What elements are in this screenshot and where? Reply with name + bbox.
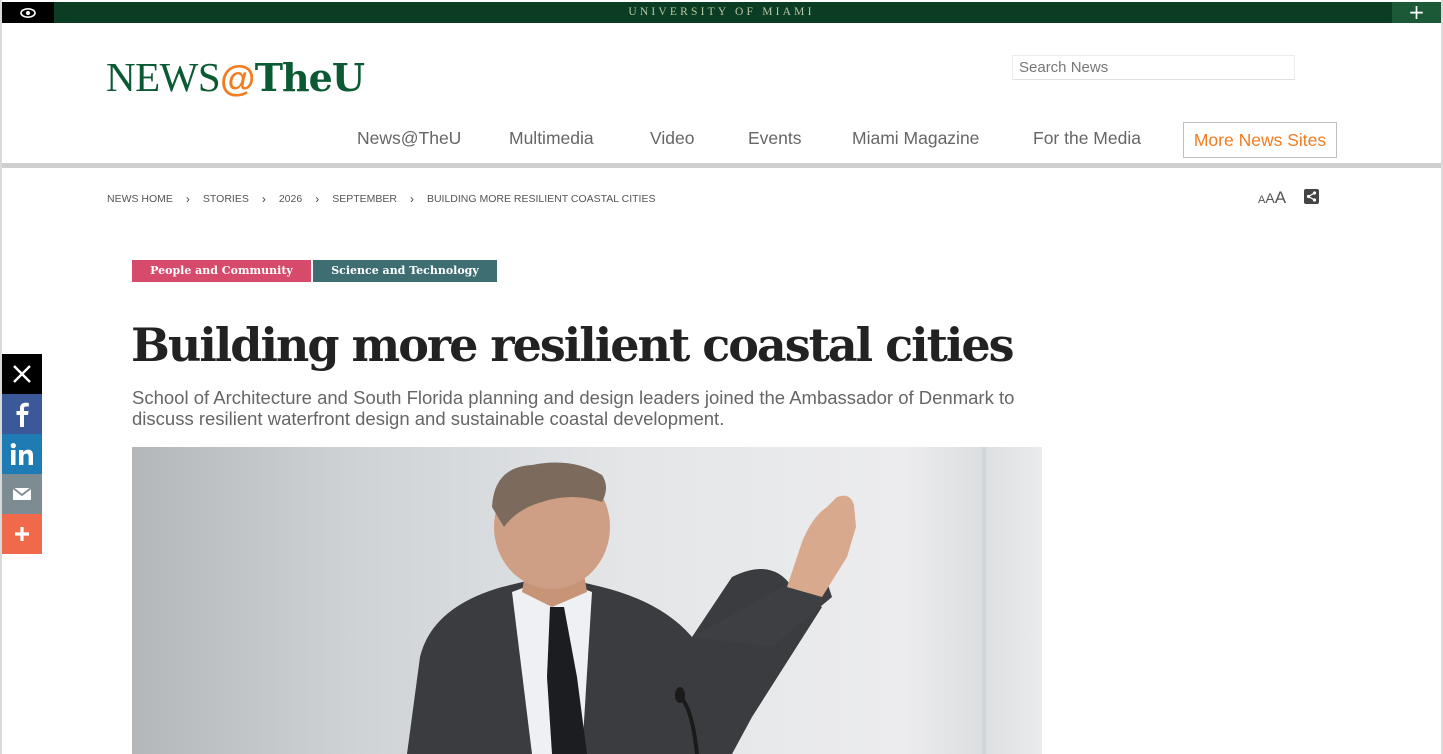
breadcrumb-year[interactable]: 2026 xyxy=(279,193,302,205)
article-subtitle: School of Architecture and South Florida… xyxy=(132,387,1015,429)
breadcrumb-chevron-icon: › xyxy=(315,192,320,206)
search-input[interactable] xyxy=(1013,56,1294,79)
social-share-sidebar xyxy=(2,354,42,554)
email-icon[interactable] xyxy=(2,474,42,514)
text-size-large: A xyxy=(1274,188,1287,207)
site-logo[interactable]: NEWS@TheU xyxy=(106,54,365,101)
text-size-medium: A xyxy=(1265,190,1275,206)
facebook-icon[interactable] xyxy=(2,394,42,434)
linkedin-icon[interactable] xyxy=(2,434,42,474)
expand-plus-icon[interactable]: + xyxy=(1392,2,1441,23)
tag-science-and-technology[interactable]: Science and Technology xyxy=(313,260,497,282)
nav-item-video[interactable]: Video xyxy=(650,128,694,149)
text-size-control[interactable]: AAA xyxy=(1258,188,1286,208)
search-box xyxy=(1012,55,1295,80)
breadcrumb: NEWS HOME › STORIES › 2026 › SEPTEMBER ›… xyxy=(107,192,655,206)
breadcrumb-stories[interactable]: STORIES xyxy=(203,193,249,205)
breadcrumb-current: BUILDING MORE RESILIENT COASTAL CITIES xyxy=(426,193,656,205)
more-news-sites-button[interactable]: More News Sites xyxy=(1183,122,1337,158)
breadcrumb-month[interactable]: SEPTEMBER xyxy=(332,193,397,205)
breadcrumb-chevron-icon: › xyxy=(261,192,266,206)
nav-item-for-the-media[interactable]: For the Media xyxy=(1033,128,1141,149)
logo-news: NEWS xyxy=(106,54,221,100)
nav-divider xyxy=(2,163,1441,168)
university-brand[interactable]: UNIVERSITY OF MIAMI xyxy=(2,6,1441,18)
x-icon[interactable] xyxy=(2,354,42,394)
tag-people-and-community[interactable]: People and Community xyxy=(132,260,311,282)
logo-theu: TheU xyxy=(254,55,365,100)
university-topbar: UNIVERSITY OF MIAMI + xyxy=(2,2,1441,23)
nav-item-events[interactable]: Events xyxy=(748,128,802,149)
logo-at: @ xyxy=(220,58,255,99)
breadcrumb-news-home[interactable]: NEWS HOME xyxy=(107,193,173,205)
hero-image xyxy=(132,447,1042,754)
nav-item-multimedia[interactable]: Multimedia xyxy=(509,128,594,149)
article-title: Building more resilient coastal cities xyxy=(131,318,1015,372)
nav-item-miami-magazine[interactable]: Miami Magazine xyxy=(852,128,979,149)
breadcrumb-chevron-icon: › xyxy=(409,192,414,206)
share-icon[interactable] xyxy=(1304,189,1319,204)
more-share-icon[interactable] xyxy=(2,514,42,554)
nav-item-newstheu[interactable]: News@TheU xyxy=(357,128,461,149)
breadcrumb-chevron-icon: › xyxy=(185,192,190,206)
main-nav: News@TheU Multimedia Video Events Miami … xyxy=(0,122,1443,158)
